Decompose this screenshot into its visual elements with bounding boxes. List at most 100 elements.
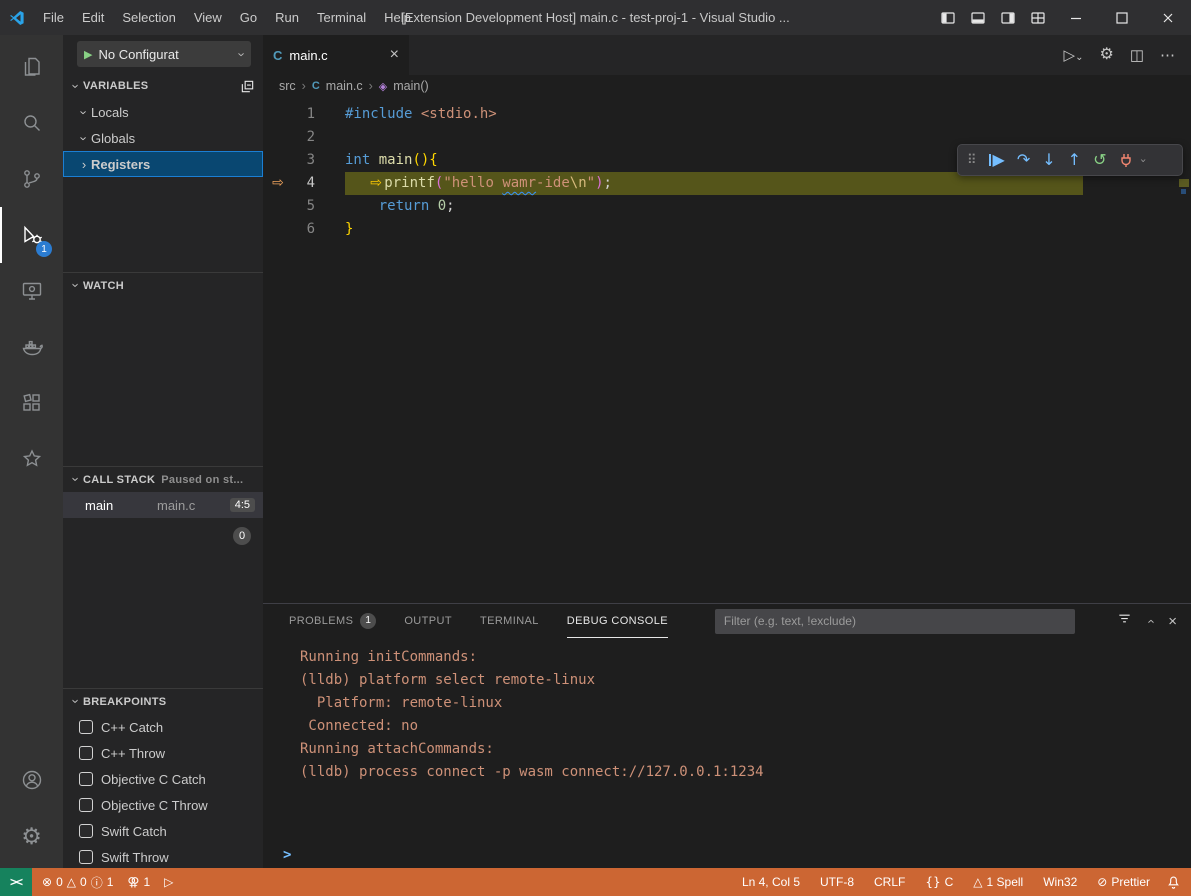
panel-tab-problems[interactable]: PROBLEMS1: [289, 604, 376, 638]
variables-item-registers[interactable]: ›Registers: [63, 151, 263, 177]
chevron-icon: ›: [77, 131, 92, 145]
breakpoint-swift-catch[interactable]: Swift Catch: [63, 818, 263, 844]
breakpoint-swift-throw[interactable]: Swift Throw: [63, 844, 263, 868]
activity-docker-icon[interactable]: [0, 319, 63, 375]
activity-settings-icon[interactable]: ⚙: [0, 808, 63, 864]
close-panel-icon[interactable]: ×: [1168, 613, 1177, 630]
status-c[interactable]: {}C: [919, 875, 959, 889]
step-into-button[interactable]: ↓: [1042, 152, 1055, 168]
maximize-button[interactable]: [1099, 0, 1145, 35]
activity-source-control-icon[interactable]: [0, 151, 63, 207]
collapse-all-icon[interactable]: [240, 79, 255, 94]
breakpoint-c-catch[interactable]: C++ Catch: [63, 714, 263, 740]
variables-item-locals[interactable]: ›Locals: [63, 99, 263, 125]
code-line-1[interactable]: 1#include <stdio.h>: [263, 103, 1191, 126]
menu-edit[interactable]: Edit: [73, 0, 113, 35]
breadcrumb-item-main[interactable]: main(): [393, 79, 428, 93]
activity-remote-explorer-icon[interactable]: [0, 263, 63, 319]
debug-config-dropdown[interactable]: ▶ No Configurat ›: [77, 41, 251, 67]
breakpoint-checkbox[interactable]: [79, 720, 93, 734]
breakpoint-gutter[interactable]: [263, 218, 293, 241]
debug-console-output[interactable]: Running initCommands:(lldb) platform sel…: [263, 638, 1191, 842]
menu-go[interactable]: Go: [231, 0, 266, 35]
tab-main-c[interactable]: C main.c ×: [263, 35, 409, 75]
remote-indicator[interactable]: ><: [0, 868, 32, 896]
step-over-button[interactable]: ↷: [1017, 152, 1030, 168]
tab-label: main.c: [289, 48, 327, 63]
activity-extensions-icon[interactable]: [0, 375, 63, 431]
breakpoint-gutter[interactable]: [263, 149, 293, 172]
panel-tab-debug-console[interactable]: DEBUG CONSOLE: [567, 604, 668, 638]
breadcrumb-separator: ›: [369, 79, 373, 93]
restart-button[interactable]: ↺: [1093, 152, 1106, 168]
watch-section-header[interactable]: › WATCH: [63, 272, 263, 298]
panel-tab-terminal[interactable]: TERMINAL: [480, 604, 539, 638]
notifications-bell-icon[interactable]: [1162, 875, 1191, 890]
more-actions-icon[interactable]: ⋯: [1160, 46, 1175, 64]
variables-section-header[interactable]: › VARIABLES: [63, 73, 263, 99]
status-crlf[interactable]: CRLF: [868, 875, 911, 889]
breakpoints-section-header[interactable]: › BREAKPOINTS: [63, 688, 263, 714]
breadcrumb-item-src[interactable]: src: [279, 79, 296, 93]
code-line-6[interactable]: 6}: [263, 218, 1191, 241]
breakpoint-checkbox[interactable]: [79, 746, 93, 760]
debug-console-input[interactable]: >: [263, 842, 1191, 868]
start-debugging-icon[interactable]: ▶: [84, 48, 92, 61]
breadcrumb-item-main-c[interactable]: main.c: [326, 79, 363, 93]
toggle-sidebar-icon[interactable]: [933, 0, 963, 35]
variables-item-globals[interactable]: ›Globals: [63, 125, 263, 151]
activity-explorer-icon[interactable]: [0, 39, 63, 95]
menu-selection[interactable]: Selection: [113, 0, 184, 35]
continue-button[interactable]: ▶: [989, 152, 1005, 168]
maximize-panel-icon[interactable]: ›: [1143, 619, 1158, 623]
menu-terminal[interactable]: Terminal: [308, 0, 375, 35]
menu-view[interactable]: View: [185, 0, 231, 35]
run-file-button[interactable]: ▷⌄: [1064, 46, 1084, 64]
status-prettier[interactable]: ⊘Prettier: [1091, 875, 1156, 889]
activity-run-and-debug-icon[interactable]: 1: [0, 207, 63, 263]
customize-layout-icon[interactable]: [1023, 0, 1053, 35]
breakpoint-gutter[interactable]: [263, 195, 293, 218]
breakpoint-checkbox[interactable]: [79, 850, 93, 864]
code-line-5[interactable]: 5 return 0;: [263, 195, 1191, 218]
breakpoint-objective-c-catch[interactable]: Objective C Catch: [63, 766, 263, 792]
menu-run[interactable]: Run: [266, 0, 308, 35]
status-utf-8[interactable]: UTF-8: [814, 875, 860, 889]
toggle-panel-icon[interactable]: [963, 0, 993, 35]
current-line-arrow-icon[interactable]: ⇨: [263, 172, 293, 195]
activity-search-icon[interactable]: [0, 95, 63, 151]
close-tab-icon[interactable]: ×: [390, 47, 399, 63]
panel-tab-output[interactable]: OUTPUT: [404, 604, 452, 638]
breakpoint-objective-c-throw[interactable]: Objective C Throw: [63, 792, 263, 818]
breakpoint-checkbox[interactable]: [79, 772, 93, 786]
toggle-secondary-sidebar-icon[interactable]: [993, 0, 1023, 35]
step-out-button[interactable]: ↑: [1068, 152, 1081, 168]
filter-lines-icon[interactable]: [1117, 611, 1132, 631]
breakpoint-checkbox[interactable]: [79, 798, 93, 812]
breakpoint-checkbox[interactable]: [79, 824, 93, 838]
status-win32[interactable]: Win32: [1037, 875, 1083, 889]
drag-handle-icon[interactable]: ⠿: [967, 149, 977, 172]
settings-gear-icon[interactable]: ⚙: [1099, 47, 1113, 63]
activity-favorites-icon[interactable]: [0, 431, 63, 487]
status-1-spell[interactable]: △1 Spell: [967, 875, 1029, 889]
problems-status[interactable]: ⊗0△0ⓘ1: [36, 874, 119, 891]
debug-status-icon[interactable]: ▷: [158, 875, 179, 889]
chevron-down-icon[interactable]: ›: [1132, 157, 1155, 164]
activity-accounts-icon[interactable]: [0, 752, 63, 808]
breakpoint-gutter[interactable]: [263, 103, 293, 126]
breakpoint-c-throw[interactable]: C++ Throw: [63, 740, 263, 766]
prompt-chevron-icon: >: [283, 847, 291, 863]
minimize-button[interactable]: [1053, 0, 1099, 35]
tools-status[interactable]: ⚢ 1: [121, 875, 156, 889]
slash-icon: ⊘: [1097, 875, 1107, 889]
stack-frame-row[interactable]: main main.c 4:5: [63, 492, 263, 518]
console-filter-input[interactable]: [715, 609, 1075, 634]
split-editor-icon[interactable]: ◫: [1130, 46, 1144, 64]
menu-file[interactable]: File: [34, 0, 73, 35]
breakpoint-gutter[interactable]: [263, 126, 293, 149]
status-ln-4-col-5[interactable]: Ln 4, Col 5: [736, 875, 806, 889]
code-editor[interactable]: 1#include <stdio.h>23int main(){⇨4 ⇨prin…: [263, 97, 1191, 603]
close-button[interactable]: [1145, 0, 1191, 35]
call-stack-section-header[interactable]: › CALL STACK Paused on st...: [63, 466, 263, 492]
